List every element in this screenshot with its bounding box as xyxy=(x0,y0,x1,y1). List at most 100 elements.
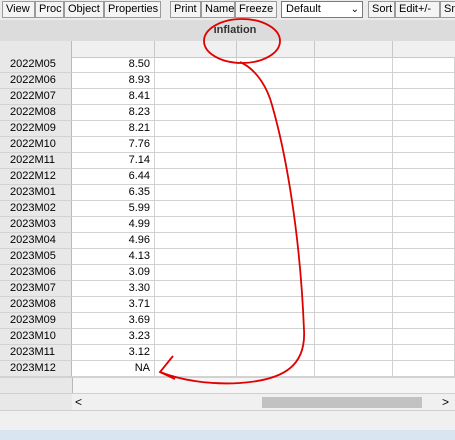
empty-cell[interactable] xyxy=(315,121,393,137)
empty-cell[interactable] xyxy=(315,361,393,377)
empty-cell[interactable] xyxy=(155,217,237,233)
empty-cell[interactable] xyxy=(393,89,455,105)
empty-cell[interactable] xyxy=(315,169,393,185)
inflation-cell[interactable]: 4.13 xyxy=(72,249,155,265)
empty-cell[interactable] xyxy=(155,233,237,249)
row-date[interactable]: 2022M12 xyxy=(0,169,72,185)
empty-cell[interactable] xyxy=(237,233,315,249)
empty-cell[interactable] xyxy=(237,153,315,169)
properties-button[interactable]: Properties xyxy=(104,1,161,18)
row-date[interactable]: 2022M05 xyxy=(0,57,72,73)
empty-cell[interactable] xyxy=(155,297,237,313)
inflation-cell[interactable]: 6.44 xyxy=(72,169,155,185)
empty-cell[interactable] xyxy=(393,201,455,217)
empty-cell[interactable] xyxy=(393,57,455,73)
empty-cell[interactable] xyxy=(315,313,393,329)
empty-cell[interactable] xyxy=(315,89,393,105)
empty-cell[interactable] xyxy=(155,89,237,105)
empty-cell[interactable] xyxy=(155,153,237,169)
row-date[interactable]: 2023M07 xyxy=(0,281,72,297)
empty-cell[interactable] xyxy=(155,329,237,345)
empty-cell[interactable] xyxy=(315,329,393,345)
empty-cell[interactable] xyxy=(315,105,393,121)
empty-cell[interactable] xyxy=(237,105,315,121)
empty-cell[interactable] xyxy=(393,361,455,377)
inflation-cell[interactable]: 4.99 xyxy=(72,217,155,233)
empty-cell[interactable] xyxy=(237,345,315,361)
empty-cell[interactable] xyxy=(237,249,315,265)
empty-cell[interactable] xyxy=(393,233,455,249)
sort-button[interactable]: Sort xyxy=(368,1,395,18)
empty-cell[interactable] xyxy=(155,57,237,73)
inflation-cell[interactable]: 7.76 xyxy=(72,137,155,153)
row-date[interactable]: 2022M08 xyxy=(0,105,72,121)
row-date[interactable]: 2022M06 xyxy=(0,73,72,89)
inflation-cell[interactable]: 5.99 xyxy=(72,201,155,217)
row-date[interactable]: 2023M05 xyxy=(0,249,72,265)
empty-cell[interactable] xyxy=(315,217,393,233)
empty-cell[interactable] xyxy=(155,361,237,377)
empty-cell[interactable] xyxy=(393,249,455,265)
view-button[interactable]: View xyxy=(2,1,35,18)
edit-toggle-button[interactable]: Edit+/- xyxy=(395,1,440,18)
inflation-cell[interactable]: 8.41 xyxy=(72,89,155,105)
empty-cell[interactable] xyxy=(155,201,237,217)
empty-cell[interactable] xyxy=(315,201,393,217)
empty-cell[interactable] xyxy=(237,169,315,185)
row-date[interactable]: 2023M12 xyxy=(0,361,72,377)
empty-cell[interactable] xyxy=(155,281,237,297)
empty-cell[interactable] xyxy=(237,121,315,137)
empty-cell[interactable] xyxy=(393,153,455,169)
row-date[interactable]: 2023M04 xyxy=(0,233,72,249)
empty-cell[interactable] xyxy=(155,73,237,89)
empty-cell[interactable] xyxy=(155,121,237,137)
proc-button[interactable]: Proc xyxy=(35,1,64,18)
empty-cell[interactable] xyxy=(393,105,455,121)
empty-cell[interactable] xyxy=(315,57,393,73)
scrollbar-thumb[interactable] xyxy=(262,397,422,408)
empty-cell[interactable] xyxy=(237,297,315,313)
object-button[interactable]: Object xyxy=(64,1,104,18)
empty-cell[interactable] xyxy=(393,265,455,281)
empty-cell[interactable] xyxy=(237,265,315,281)
empty-cell[interactable] xyxy=(315,249,393,265)
empty-cell[interactable] xyxy=(393,137,455,153)
column-header-inflation[interactable] xyxy=(72,41,155,57)
empty-cell[interactable] xyxy=(155,249,237,265)
inflation-cell[interactable]: 4.96 xyxy=(72,233,155,249)
empty-cell[interactable] xyxy=(315,297,393,313)
empty-cell[interactable] xyxy=(237,281,315,297)
empty-cell[interactable] xyxy=(393,185,455,201)
empty-cell[interactable] xyxy=(393,313,455,329)
empty-cell[interactable] xyxy=(315,73,393,89)
inflation-cell[interactable]: 3.23 xyxy=(72,329,155,345)
empty-cell[interactable] xyxy=(393,169,455,185)
empty-cell[interactable] xyxy=(155,345,237,361)
empty-cell[interactable] xyxy=(393,281,455,297)
row-date[interactable]: 2023M02 xyxy=(0,201,72,217)
empty-cell[interactable] xyxy=(155,185,237,201)
empty-cell[interactable] xyxy=(393,345,455,361)
column-header-empty[interactable] xyxy=(237,41,315,57)
row-date[interactable]: 2022M09 xyxy=(0,121,72,137)
row-date[interactable]: 2023M01 xyxy=(0,185,72,201)
inflation-cell[interactable]: 3.69 xyxy=(72,313,155,329)
empty-cell[interactable] xyxy=(237,57,315,73)
empty-cell[interactable] xyxy=(315,281,393,297)
row-date[interactable]: 2022M11 xyxy=(0,153,72,169)
empty-cell[interactable] xyxy=(315,137,393,153)
empty-cell[interactable] xyxy=(237,137,315,153)
inflation-cell[interactable]: 6.35 xyxy=(72,185,155,201)
inflation-cell[interactable]: 8.50 xyxy=(72,57,155,73)
empty-cell[interactable] xyxy=(237,329,315,345)
print-button[interactable]: Print xyxy=(170,1,201,18)
inflation-cell[interactable]: 3.09 xyxy=(72,265,155,281)
empty-cell[interactable] xyxy=(315,233,393,249)
empty-cell[interactable] xyxy=(315,265,393,281)
scroll-left-icon[interactable]: < xyxy=(75,394,82,410)
empty-cell[interactable] xyxy=(237,201,315,217)
empty-cell[interactable] xyxy=(237,313,315,329)
inflation-cell[interactable]: 8.93 xyxy=(72,73,155,89)
empty-cell[interactable] xyxy=(155,313,237,329)
empty-cell[interactable] xyxy=(155,169,237,185)
